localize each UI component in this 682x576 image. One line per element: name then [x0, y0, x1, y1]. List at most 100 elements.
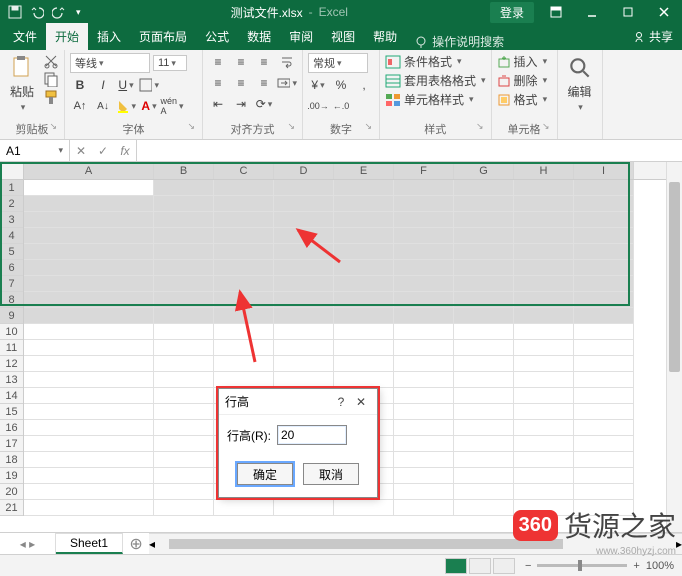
font-color-button[interactable]: A▾	[139, 97, 159, 115]
cell[interactable]	[574, 244, 634, 260]
cell[interactable]	[574, 292, 634, 308]
delete-cells-button[interactable]: 删除▾	[497, 72, 548, 89]
cell[interactable]	[274, 500, 334, 516]
cell[interactable]	[454, 500, 514, 516]
paste-button[interactable]: 粘贴 ▾	[5, 53, 39, 115]
cell[interactable]	[514, 372, 574, 388]
cell[interactable]	[24, 260, 154, 276]
cell[interactable]	[214, 212, 274, 228]
cell[interactable]	[24, 308, 154, 324]
italic-button[interactable]: I	[93, 76, 113, 94]
cell[interactable]	[574, 420, 634, 436]
formula-input[interactable]	[137, 140, 682, 161]
cell[interactable]	[514, 420, 574, 436]
insert-cells-button[interactable]: 插入▾	[497, 53, 548, 70]
cell[interactable]	[154, 468, 214, 484]
comma-button[interactable]: ,	[354, 76, 374, 94]
number-format-select[interactable]: 常规▾	[308, 53, 368, 73]
cell[interactable]	[154, 212, 214, 228]
cut-icon[interactable]	[43, 53, 59, 69]
cell[interactable]	[154, 228, 214, 244]
cell[interactable]	[154, 292, 214, 308]
decrease-indent-icon[interactable]: ⇤	[208, 95, 228, 113]
cell[interactable]	[394, 388, 454, 404]
cell[interactable]	[454, 452, 514, 468]
cell[interactable]	[514, 292, 574, 308]
col-header-A[interactable]: A	[24, 162, 154, 179]
cell[interactable]	[334, 324, 394, 340]
cell[interactable]	[574, 468, 634, 484]
col-header-G[interactable]: G	[454, 162, 514, 179]
zoom-in-icon[interactable]: +	[633, 560, 639, 572]
cell[interactable]	[154, 244, 214, 260]
zoom-control[interactable]: − + 100%	[525, 560, 674, 572]
cell[interactable]	[24, 212, 154, 228]
align-right-icon[interactable]: ≡	[254, 74, 274, 92]
ok-button[interactable]: 确定	[237, 463, 293, 485]
cell[interactable]	[394, 452, 454, 468]
cell[interactable]	[514, 228, 574, 244]
wrap-text-icon[interactable]	[277, 53, 297, 71]
cell[interactable]	[214, 180, 274, 196]
cell[interactable]	[454, 436, 514, 452]
cell[interactable]	[454, 292, 514, 308]
cell[interactable]	[394, 372, 454, 388]
cell[interactable]	[214, 340, 274, 356]
row-header-12[interactable]: 12	[0, 356, 23, 372]
cell[interactable]	[24, 468, 154, 484]
cell[interactable]	[454, 404, 514, 420]
cell[interactable]	[454, 484, 514, 500]
cell[interactable]	[154, 436, 214, 452]
cell[interactable]	[214, 228, 274, 244]
format-painter-icon[interactable]	[43, 89, 59, 105]
cell[interactable]	[574, 212, 634, 228]
decrease-decimal-icon[interactable]: ←.0	[331, 97, 351, 115]
cell[interactable]	[154, 420, 214, 436]
cell[interactable]	[334, 244, 394, 260]
sheet-tab[interactable]: Sheet1	[56, 533, 123, 554]
row-header-11[interactable]: 11	[0, 340, 23, 356]
cell[interactable]	[154, 500, 214, 516]
col-header-I[interactable]: I	[574, 162, 634, 179]
col-header-C[interactable]: C	[214, 162, 274, 179]
accounting-format-button[interactable]: ¥▾	[308, 76, 328, 94]
row-headers[interactable]: 123456789101112131415161718192021	[0, 180, 24, 516]
cell[interactable]	[394, 228, 454, 244]
cell[interactable]	[454, 356, 514, 372]
cell[interactable]	[24, 388, 154, 404]
cell[interactable]	[514, 340, 574, 356]
cell[interactable]	[334, 212, 394, 228]
tab-view[interactable]: 视图	[322, 23, 364, 50]
cell[interactable]	[514, 180, 574, 196]
column-headers[interactable]: ABCDEFGHI	[24, 162, 682, 180]
percent-button[interactable]: %	[331, 76, 351, 94]
increase-decimal-icon[interactable]: .00→	[308, 97, 328, 115]
cell[interactable]	[154, 260, 214, 276]
cell[interactable]	[394, 244, 454, 260]
cell[interactable]	[274, 276, 334, 292]
cell[interactable]	[394, 404, 454, 420]
cell[interactable]	[394, 276, 454, 292]
align-left-icon[interactable]: ≡	[208, 74, 228, 92]
cell[interactable]	[454, 420, 514, 436]
cell[interactable]	[574, 340, 634, 356]
cell[interactable]	[334, 500, 394, 516]
cell[interactable]	[154, 404, 214, 420]
cell[interactable]	[24, 292, 154, 308]
cell[interactable]	[154, 356, 214, 372]
cell[interactable]	[574, 276, 634, 292]
cell[interactable]	[514, 324, 574, 340]
cell[interactable]	[454, 228, 514, 244]
name-box[interactable]: A1▾	[0, 140, 70, 161]
cell[interactable]	[24, 420, 154, 436]
cell[interactable]	[454, 388, 514, 404]
tab-layout[interactable]: 页面布局	[130, 23, 196, 50]
close-icon[interactable]	[646, 0, 682, 24]
cell[interactable]	[274, 340, 334, 356]
cell[interactable]	[394, 308, 454, 324]
row-header-18[interactable]: 18	[0, 452, 23, 468]
cell[interactable]	[334, 308, 394, 324]
cell[interactable]	[24, 324, 154, 340]
select-all-corner[interactable]	[0, 162, 24, 180]
align-middle-icon[interactable]: ≡	[231, 53, 251, 71]
